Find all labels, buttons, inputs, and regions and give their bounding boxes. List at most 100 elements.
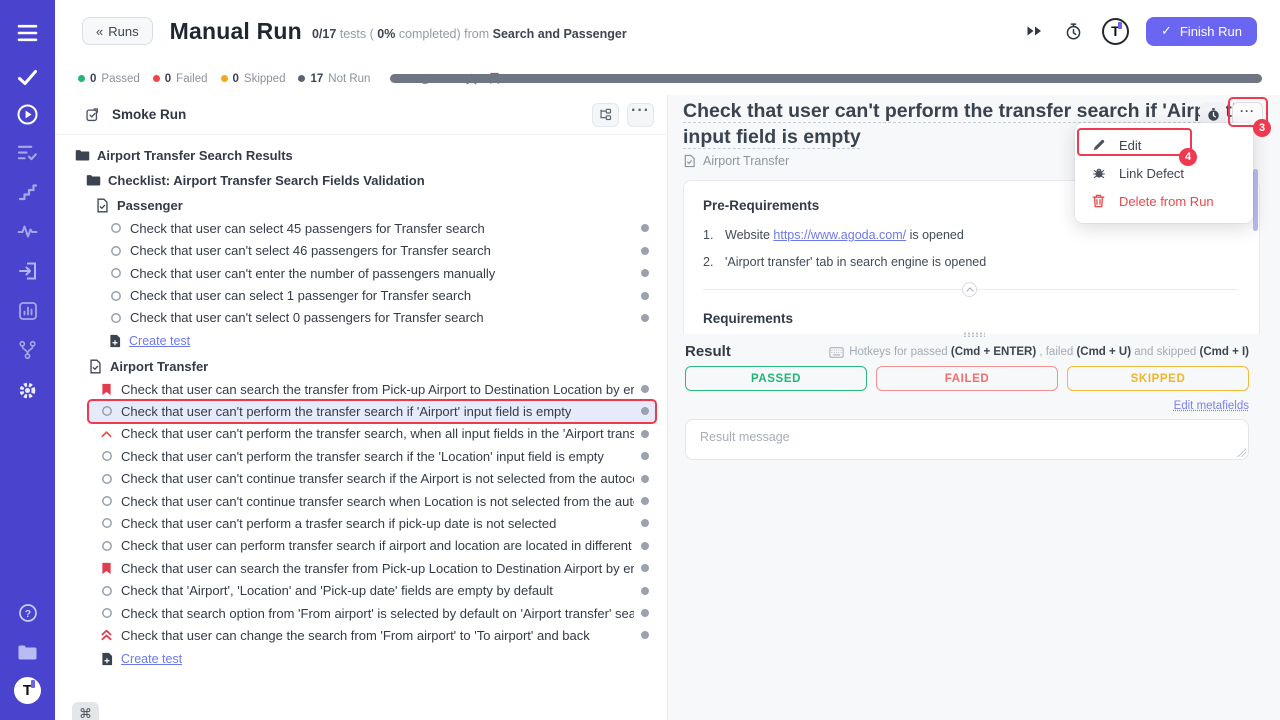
result-status-dot[interactable]: [641, 564, 649, 572]
test-row-hit[interactable]: Check that user can't continue transfer …: [89, 491, 655, 512]
activity-pulse-icon[interactable]: [0, 218, 55, 244]
result-status-dot[interactable]: [641, 385, 649, 393]
tree-test-row: Check that user can perform transfer sea…: [55, 535, 655, 557]
card-resize-handle[interactable]: [963, 332, 985, 337]
row-hit[interactable]: Airport Transfer: [78, 356, 655, 377]
result-status-dot[interactable]: [641, 587, 649, 595]
settings-gear-icon[interactable]: [0, 377, 55, 403]
row-label: Check that user can't continue transfer …: [121, 494, 634, 509]
result-status-dot[interactable]: [641, 542, 649, 550]
not-run-circle-icon: [108, 310, 123, 325]
command-key-badge[interactable]: ⌘: [72, 702, 99, 720]
result-status-dot[interactable]: [641, 475, 649, 483]
result-status-dot[interactable]: [641, 430, 649, 438]
projects-folder-icon[interactable]: [0, 639, 55, 665]
import-icon[interactable]: [0, 258, 55, 284]
result-status-dot[interactable]: [641, 292, 649, 300]
test-row-hit[interactable]: Check that user can't select 46 passenge…: [98, 240, 655, 261]
tree-test-row: Check that user can't continue transfer …: [55, 467, 655, 489]
left-rail: ?T: [0, 0, 55, 720]
test-row-hit[interactable]: Check that user can change the search fr…: [89, 625, 655, 646]
test-row-hit[interactable]: Check that user can't select 0 passenger…: [98, 307, 655, 328]
menu-item-edit[interactable]: Edit: [1075, 131, 1253, 159]
result-status-dot[interactable]: [641, 407, 649, 415]
create-test-link[interactable]: Create test: [129, 334, 190, 348]
menu-item-delete-from-run[interactable]: Delete from Run: [1075, 187, 1253, 215]
back-to-runs-button[interactable]: « Runs: [82, 17, 153, 45]
workspace-logo[interactable]: T: [1102, 18, 1129, 45]
row-label: Check that user can change the search fr…: [121, 628, 590, 643]
test-row-hit[interactable]: Check that user can't perform the transf…: [89, 446, 655, 467]
run-progress-bar: [390, 74, 1262, 83]
app-root: ?T « Runs Manual Run 0/17 tests ( 0% com…: [0, 0, 1280, 720]
row-hit[interactable]: Airport Transfer Search Results: [65, 145, 655, 166]
reports-chart-icon[interactable]: [0, 298, 55, 324]
test-row-hit[interactable]: Check that user can select 45 passengers…: [98, 218, 655, 239]
menu-icon[interactable]: [0, 20, 55, 46]
app-logo[interactable]: T: [14, 677, 41, 704]
test-row-hit[interactable]: Check that user can perform transfer sea…: [89, 535, 655, 556]
svg-text:?: ?: [24, 608, 30, 620]
result-status-dot[interactable]: [641, 247, 649, 255]
test-row-hit[interactable]: Check that user can search the transfer …: [89, 558, 655, 579]
result-message-input[interactable]: [685, 419, 1249, 460]
test-row-hit[interactable]: Check that user can't perform a trasfer …: [89, 513, 655, 534]
skipped-button[interactable]: SKIPPED: [1067, 366, 1249, 391]
count-skipped: 0Skipped: [221, 73, 286, 85]
test-run-play-icon[interactable]: [0, 101, 55, 127]
test-row-hit[interactable]: Check that user can't perform the transf…: [89, 401, 655, 422]
help-icon[interactable]: ?: [0, 600, 55, 626]
row-label: Check that user can't perform the transf…: [121, 449, 604, 464]
test-row-hit[interactable]: Check that user can't enter the number o…: [98, 263, 655, 284]
result-heading: Result: [685, 343, 731, 360]
result-status-dot[interactable]: [641, 631, 649, 639]
tests-word: tests (: [336, 27, 377, 41]
test-row-hit[interactable]: Check that 'Airport', 'Location' and 'Pi…: [89, 580, 655, 601]
test-row-hit[interactable]: Check that search option from 'From airp…: [89, 603, 655, 624]
tree-test-row: Check that 'Airport', 'Location' and 'Pi…: [55, 579, 655, 601]
collapse-toggle-icon[interactable]: [962, 282, 977, 297]
result-status-dot[interactable]: [641, 224, 649, 232]
fast-forward-icon[interactable]: [1024, 20, 1046, 42]
test-row-hit[interactable]: Check that user can't continue transfer …: [89, 468, 655, 489]
row-hit[interactable]: Create test: [97, 331, 655, 352]
card-scrollbar-thumb[interactable]: [1253, 169, 1258, 231]
not-run-circle-icon: [108, 288, 123, 303]
result-status-dot[interactable]: [641, 269, 649, 277]
result-status-dot[interactable]: [641, 519, 649, 527]
result-status-dot[interactable]: [641, 609, 649, 617]
test-cases-check-icon[interactable]: [0, 64, 55, 90]
retest-timer-icon[interactable]: [1063, 20, 1085, 42]
failed-button[interactable]: FAILED: [876, 366, 1058, 391]
requirements-heading: Requirements: [703, 311, 1237, 326]
create-test-link[interactable]: Create test: [121, 652, 182, 666]
tree-test-row: Check that user can't perform the transf…: [55, 423, 655, 445]
milestones-branch-icon[interactable]: [0, 337, 55, 363]
row-label: Check that user can't enter the number o…: [130, 266, 495, 281]
test-row-hit[interactable]: Check that user can search the transfer …: [89, 379, 655, 400]
not-run-circle-icon: [99, 471, 114, 486]
finish-run-button[interactable]: ✓ Finish Run: [1146, 17, 1257, 46]
menu-item-link-defect[interactable]: Link Defect: [1075, 159, 1253, 187]
row-hit[interactable]: Checklist: Airport Transfer Search Field…: [76, 170, 655, 191]
prereq-link[interactable]: https://www.agoda.com/: [773, 228, 906, 242]
row-label: Check that user can select 45 passengers…: [130, 221, 485, 236]
shared-steps-icon[interactable]: [0, 179, 55, 205]
test-plans-icon[interactable]: [0, 140, 55, 166]
tree-test-row: Check that user can search the transfer …: [55, 378, 655, 400]
suite-more-button[interactable]: ···: [627, 103, 654, 127]
test-tree: Airport Transfer Search Results Checklist…: [55, 139, 667, 720]
source-plan-name: Search and Passenger: [493, 27, 627, 41]
section-divider: [703, 282, 1237, 297]
row-hit[interactable]: Passenger: [85, 195, 655, 216]
test-row-hit[interactable]: Check that user can select 1 passenger f…: [98, 285, 655, 306]
row-hit[interactable]: Create test: [89, 648, 655, 669]
passed-button[interactable]: PASSED: [685, 366, 867, 391]
result-status-dot[interactable]: [641, 452, 649, 460]
test-row-hit[interactable]: Check that user can't perform the transf…: [89, 423, 655, 444]
result-status-dot[interactable]: [641, 314, 649, 322]
result-status-dot[interactable]: [641, 497, 649, 505]
tree-layout-button[interactable]: [592, 103, 619, 127]
edit-metafields-link[interactable]: Edit metafields: [1174, 400, 1249, 412]
suite-header: Smoke Run ···: [55, 95, 666, 135]
